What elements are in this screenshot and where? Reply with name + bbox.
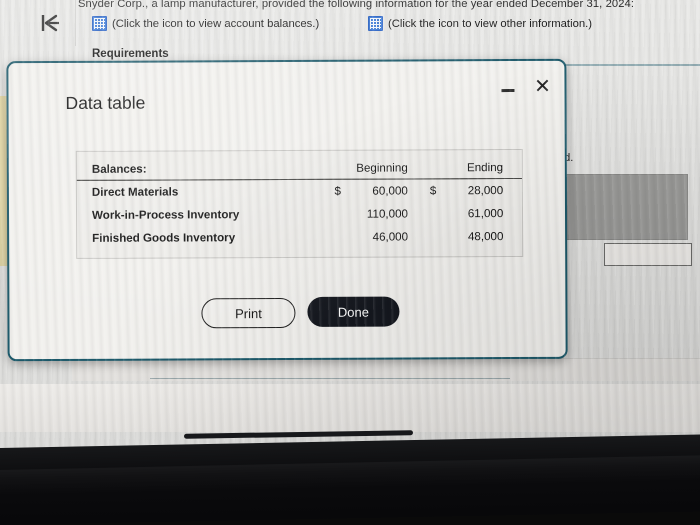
- ending-value: 48,000: [467, 230, 504, 244]
- beginning-value: 46,000: [372, 230, 409, 244]
- table-grid-icon: [92, 16, 107, 31]
- table-grid-icon: [368, 16, 383, 31]
- background-gray-panel: [564, 174, 688, 240]
- other-information-icon-link[interactable]: (Click the icon to view other informatio…: [368, 16, 592, 31]
- row-label: Direct Materials: [91, 185, 179, 199]
- other-information-link-label: (Click the icon to view other informatio…: [388, 17, 593, 30]
- done-button[interactable]: Done: [307, 296, 400, 327]
- back-to-start-icon[interactable]: [34, 10, 64, 36]
- beginning-currency-symbol: [317, 203, 342, 226]
- row-pad: [507, 178, 522, 202]
- row-pad: [507, 225, 522, 256]
- account-balances-link-label: (Click the icon to view account balances…: [112, 17, 320, 30]
- table-row: Direct Materials $ 60,000 $ 28,000: [77, 178, 522, 203]
- beginning-value: 60,000: [372, 184, 408, 198]
- requirements-heading: Requirements: [92, 48, 169, 60]
- close-icon[interactable]: ✕: [530, 75, 554, 99]
- print-button[interactable]: Print: [201, 297, 296, 329]
- table-header-row: Balances: Beginning Ending: [76, 149, 522, 181]
- account-balances-icon-link[interactable]: (Click the icon to view account balances…: [92, 16, 319, 31]
- row-label: Work-in-Process Inventory: [91, 208, 240, 222]
- minimize-icon[interactable]: [497, 80, 517, 100]
- ending-value: 28,000: [467, 184, 504, 198]
- column-header-ending: Ending: [436, 150, 508, 179]
- beginning-value: 110,000: [366, 207, 408, 221]
- beginning-currency-symbol: [317, 226, 342, 257]
- table-row: Work-in-Process Inventory 110,000 61,000: [77, 202, 522, 227]
- toolbar-divider: [75, 0, 76, 46]
- ending-currency-symbol: [412, 202, 437, 225]
- column-header-spacer-2: [411, 150, 437, 179]
- column-header-pad: [507, 149, 522, 179]
- question-prompt-text: Snyder Corp., a lamp manufacturer, provi…: [78, 0, 635, 10]
- data-table-dialog: Data table ✕ Balances: Beginning Ending: [6, 58, 568, 362]
- bottom-action-bar: s Demodocs example Get more help Clear a…: [0, 384, 700, 432]
- ending-currency-symbol: $: [429, 184, 437, 198]
- background-answer-input[interactable]: [604, 243, 692, 266]
- row-pad: [507, 202, 522, 225]
- balances-table: Balances: Beginning Ending Direct Materi…: [76, 149, 522, 258]
- column-header-spacer-1: [316, 150, 341, 180]
- column-header-beginning: Beginning: [340, 150, 412, 180]
- background-lower-rule: [150, 378, 510, 379]
- beginning-currency-symbol: $: [334, 184, 342, 198]
- column-header-balances: Balances:: [76, 150, 317, 181]
- data-table: Balances: Beginning Ending Direct Materi…: [75, 148, 524, 259]
- ending-value: 61,000: [467, 207, 504, 221]
- laptop-screen-surface: Snyder Corp., a lamp manufacturer, provi…: [0, 0, 700, 452]
- dialog-title: Data table: [65, 92, 146, 113]
- ending-currency-symbol: [412, 225, 437, 256]
- row-label: Finished Goods Inventory: [92, 231, 236, 245]
- table-row: Finished Goods Inventory 46,000 48,000: [77, 225, 522, 258]
